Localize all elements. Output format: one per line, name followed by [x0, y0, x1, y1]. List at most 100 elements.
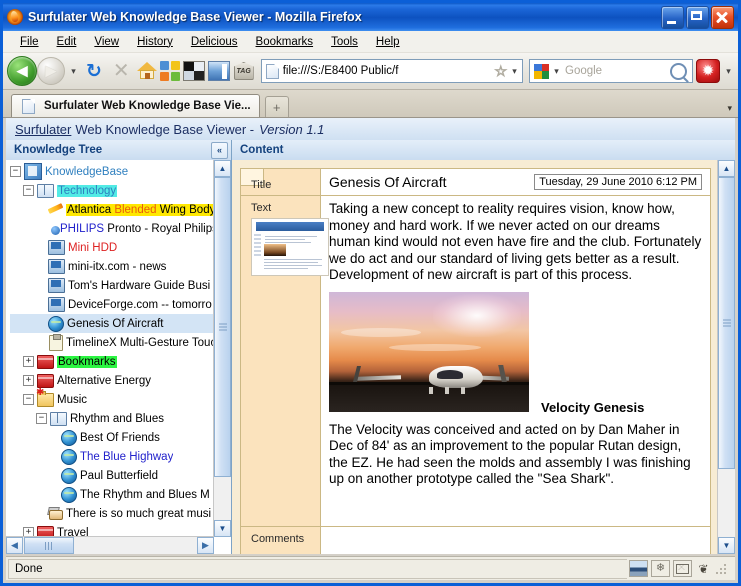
- content-scroll-thumb[interactable]: [718, 177, 735, 469]
- comments-row: Comments: [241, 527, 710, 554]
- menu-delicious[interactable]: Delicious: [182, 34, 247, 50]
- tree-item[interactable]: Mini HDD: [10, 238, 214, 257]
- expand-node-icon[interactable]: +: [23, 356, 34, 367]
- collapse-panel-button[interactable]: «: [211, 141, 228, 159]
- tag-button[interactable]: TAG: [233, 61, 255, 81]
- mail-icon[interactable]: [673, 560, 692, 577]
- tree-item[interactable]: Best Of Friends: [10, 428, 214, 447]
- comments-row-label: Comments: [241, 527, 321, 554]
- content-header-label: Content: [240, 144, 284, 156]
- content-vertical-scrollbar[interactable]: ▲ ▼: [717, 160, 735, 554]
- content-scroll-down-button[interactable]: ▼: [718, 537, 735, 554]
- collapse-node-icon[interactable]: −: [23, 185, 34, 196]
- tree-item[interactable]: + Bookmarks: [10, 352, 214, 371]
- bw-grid-button[interactable]: [182, 61, 205, 81]
- forward-arrow-icon: ▶: [45, 62, 57, 80]
- menu-delicious-label: Delicious: [190, 35, 238, 48]
- colorful-squares-button[interactable]: [159, 61, 180, 81]
- text-label-text: Text: [251, 202, 272, 214]
- minimize-button[interactable]: [661, 5, 684, 29]
- tree-item[interactable]: The Rhythm and Blues M: [10, 485, 214, 504]
- menu-bookmarks[interactable]: Bookmarks: [247, 34, 323, 50]
- tree-item[interactable]: mini-itx.com - news: [10, 257, 214, 276]
- tree-hscroll-thumb[interactable]: [24, 537, 74, 554]
- tree-scroll-down-button[interactable]: ▼: [214, 520, 231, 537]
- monitor-icon: [48, 297, 65, 312]
- tree-item[interactable]: There is so much great musi: [10, 504, 214, 523]
- tree-item[interactable]: Tom's Hardware Guide Busi: [10, 276, 214, 295]
- new-tab-button[interactable]: +: [264, 96, 289, 117]
- back-button[interactable]: ◀: [7, 56, 37, 86]
- menu-view[interactable]: View: [85, 34, 128, 50]
- content-scroll-up-button[interactable]: ▲: [718, 160, 735, 177]
- tree-vertical-scrollbar[interactable]: ▲ ▼: [213, 160, 231, 537]
- expand-node-icon[interactable]: +: [23, 375, 34, 386]
- url-input[interactable]: file:///S:/E8400 Public/f: [283, 65, 493, 77]
- stop-icon[interactable]: ✕: [109, 61, 134, 81]
- collapse-node-icon[interactable]: −: [36, 413, 47, 424]
- title-row-value: Genesis Of Aircraft Tuesday, 29 June 201…: [321, 169, 710, 195]
- comments-row-value[interactable]: [321, 527, 710, 554]
- image-status-icon[interactable]: [629, 560, 648, 577]
- tree-scroll-right-button[interactable]: ▶: [197, 537, 214, 554]
- collapse-node-icon[interactable]: −: [23, 394, 34, 405]
- reload-icon[interactable]: ↻: [82, 62, 106, 81]
- article-date: Tuesday, 29 June 2010 6:12 PM: [534, 174, 702, 190]
- maximize-button[interactable]: [686, 5, 709, 29]
- tree-scroll-thumb[interactable]: [214, 177, 231, 477]
- tree-item[interactable]: TimelineX Multi-Gesture Touc: [10, 333, 214, 352]
- status-bar: Done ❄ ❦: [6, 556, 735, 580]
- surfulater-link[interactable]: Surfulater: [15, 122, 71, 137]
- collapse-node-icon[interactable]: −: [10, 166, 21, 177]
- tree-item[interactable]: Paul Butterfield: [10, 466, 214, 485]
- monitor-icon: [48, 259, 65, 274]
- back-arrow-icon: ◀: [16, 62, 28, 80]
- tree-item[interactable]: PHILIPS Pronto - Royal Philips: [10, 219, 214, 238]
- tab-list-button[interactable]: ▾: [727, 103, 732, 114]
- menu-edit[interactable]: Edit: [48, 34, 86, 50]
- tree-item[interactable]: The Blue Highway: [10, 447, 214, 466]
- tree-item-label: Alternative Energy: [57, 374, 151, 387]
- bookmark-star-icon[interactable]: ☆: [494, 62, 508, 80]
- tree-item[interactable]: DeviceForge.com -- tomorro: [10, 295, 214, 314]
- menu-edit-label: Edit: [56, 35, 77, 48]
- menu-help[interactable]: Help: [367, 34, 409, 50]
- search-magnifier-icon[interactable]: [670, 62, 687, 80]
- tab-surfulater[interactable]: Surfulater Web Knowledge Base Vie...: [11, 94, 260, 117]
- bug-icon[interactable]: ❦: [695, 561, 712, 576]
- tree-item[interactable]: Genesis Of Aircraft: [10, 314, 214, 333]
- history-dropdown-button[interactable]: ▾: [68, 66, 79, 77]
- tree-item[interactable]: − KnowledgeBase: [10, 162, 214, 181]
- search-input[interactable]: Google: [562, 65, 670, 77]
- home-button[interactable]: [136, 62, 157, 80]
- menu-tools[interactable]: Tools: [322, 34, 367, 50]
- close-button[interactable]: [711, 5, 734, 29]
- search-engine-dropdown-icon[interactable]: ▾: [551, 66, 562, 77]
- tree-item[interactable]: Atlantica Blended Wing Body: [10, 200, 214, 219]
- tree-item-label: Rhythm and Blues: [70, 412, 164, 425]
- tree-item[interactable]: + Travel: [10, 523, 214, 537]
- tree-item[interactable]: − Rhythm and Blues: [10, 409, 214, 428]
- addon-button[interactable]: ✹: [696, 59, 720, 83]
- redbook-icon: [37, 373, 54, 388]
- tree-item-label: Mini HDD: [68, 241, 118, 254]
- menu-file[interactable]: File: [11, 34, 48, 50]
- tree-item[interactable]: − Technology: [10, 181, 214, 200]
- tree-horizontal-scrollbar[interactable]: ◀ ▶: [6, 536, 214, 554]
- snowflake-icon[interactable]: ❄: [651, 560, 670, 577]
- menu-history[interactable]: History: [128, 34, 182, 50]
- tree-scroll-left-button[interactable]: ◀: [6, 537, 23, 554]
- tree-item[interactable]: − ✱ Music: [10, 387, 214, 409]
- forward-button[interactable]: ▶: [37, 57, 65, 85]
- text-row: Text Taking a new concept to reality req…: [241, 196, 710, 527]
- tree-scroll-up-button[interactable]: ▲: [214, 160, 231, 177]
- resize-grip[interactable]: [715, 562, 727, 575]
- url-dropdown-icon[interactable]: ▾: [509, 66, 520, 77]
- blue-panel-button[interactable]: [207, 61, 230, 81]
- addon-dropdown-button[interactable]: ▾: [723, 66, 734, 77]
- page-thumbnail[interactable]: [251, 218, 329, 276]
- tree-item-label: mini-itx.com - news: [68, 260, 167, 273]
- url-bar[interactable]: file:///S:/E8400 Public/f ☆ ▾: [260, 59, 523, 83]
- search-bar[interactable]: ▾ Google: [529, 59, 693, 83]
